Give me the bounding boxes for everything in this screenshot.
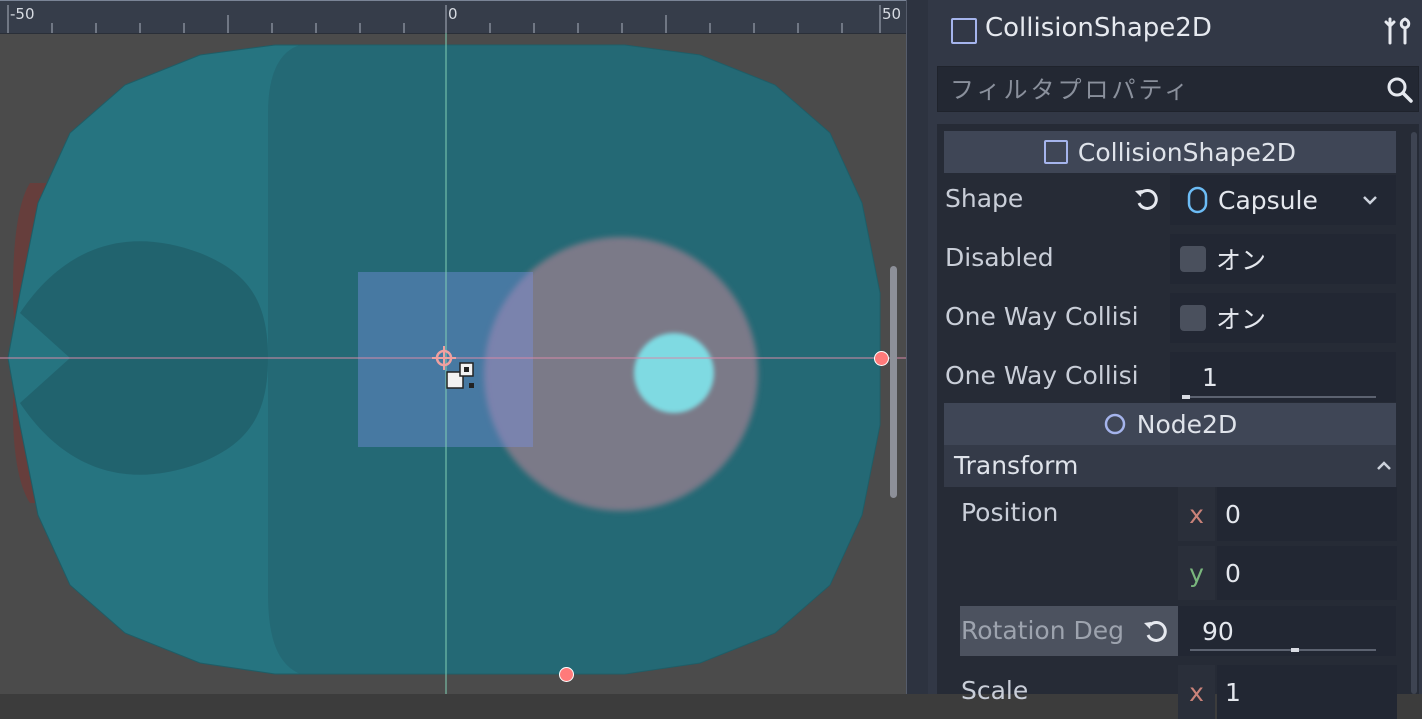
rotation-slider-grabber[interactable]	[1291, 648, 1299, 652]
capsule-height-handle[interactable]	[559, 667, 574, 682]
capsule-shape-icon	[1187, 186, 1208, 214]
position-x-field[interactable]: 0	[1217, 487, 1397, 541]
disabled-label: Disabled	[945, 243, 1054, 272]
panel-splitter[interactable]	[906, 0, 929, 694]
rotation-label: Rotation Deg	[961, 616, 1125, 645]
filter-properties-input[interactable]	[948, 71, 1372, 109]
shape-label: Shape	[945, 184, 1024, 213]
one-way-collision-value: オン	[1216, 305, 1267, 334]
disabled-checkbox-field[interactable]: オン	[1170, 234, 1396, 284]
position-y-value: 0	[1225, 558, 1241, 588]
viewport-vertical-scrollbar[interactable]	[890, 266, 897, 498]
rotation-slider[interactable]	[1190, 649, 1376, 651]
disabled-checkbox[interactable]	[1180, 246, 1206, 272]
selected-node-name: CollisionShape2D	[985, 13, 1212, 43]
horizontal-ruler: -50 0 50	[0, 0, 906, 34]
one-way-collision-checkbox[interactable]	[1180, 305, 1206, 331]
disabled-value: オン	[1216, 246, 1267, 275]
collision-shape-icon	[951, 18, 977, 44]
section-title: CollisionShape2D	[1077, 137, 1297, 167]
node2d-icon	[1104, 413, 1126, 435]
inspector-scrollbar[interactable]	[1411, 132, 1417, 694]
scale-x-field[interactable]: 1	[1217, 665, 1397, 719]
filter-properties-field[interactable]	[937, 66, 1419, 112]
rotation-value: 90	[1202, 616, 1234, 646]
one-way-collision-field[interactable]: オン	[1170, 293, 1396, 343]
ruler-label-50: 50	[882, 5, 902, 23]
position-label: Position	[961, 498, 1059, 527]
capsule-radius-handle[interactable]	[874, 351, 889, 366]
revert-icon[interactable]	[1133, 185, 1161, 213]
chevron-up-icon[interactable]	[1374, 459, 1394, 473]
rotation-spinbox[interactable]: 90	[1178, 606, 1396, 656]
ruler-label-zero: 0	[448, 5, 458, 23]
scale-x-axis-label: x	[1178, 665, 1215, 719]
one-way-collision-label: One Way Collisi	[945, 302, 1139, 331]
section-node2d[interactable]: Node2D	[944, 403, 1396, 445]
transform-title: Transform	[954, 451, 1079, 480]
scale-x-value: 1	[1225, 677, 1241, 707]
section-collision-shape2d[interactable]: CollisionShape2D	[944, 131, 1396, 173]
rotation-label-box: Rotation Deg	[960, 606, 1178, 656]
chevron-down-icon[interactable]	[1360, 193, 1380, 207]
position-y-axis-label: y	[1178, 546, 1215, 600]
property-list: CollisionShape2D Shape Capsule Disabled …	[937, 124, 1419, 719]
inspector-header: CollisionShape2D	[928, 0, 1422, 62]
collision-shape-icon	[1043, 140, 1068, 164]
transform-group-header[interactable]: Transform	[944, 445, 1396, 487]
section-title: Node2D	[1136, 409, 1238, 439]
sprite-eye-pupil	[634, 333, 714, 413]
scene-canvas[interactable]	[0, 33, 906, 694]
position-x-axis-label: x	[1178, 487, 1215, 541]
scale-label: Scale	[961, 676, 1029, 705]
tools-icon[interactable]	[1384, 16, 1412, 46]
one-way-margin-slider-grabber[interactable]	[1182, 395, 1190, 399]
position-x-value: 0	[1225, 499, 1241, 529]
search-icon[interactable]	[1386, 76, 1414, 104]
one-way-margin-label: One Way Collisi	[945, 361, 1139, 390]
shape-value: Capsule	[1218, 185, 1318, 215]
position-y-field[interactable]: 0	[1217, 546, 1397, 600]
revert-icon[interactable]	[1142, 617, 1170, 645]
one-way-margin-value: 1	[1202, 362, 1218, 392]
shape-resource-picker[interactable]: Capsule	[1170, 175, 1396, 225]
canvas-viewport[interactable]: -50 0 50	[0, 0, 906, 694]
inspector-panel: CollisionShape2D CollisionShape2D Shape	[928, 0, 1422, 719]
one-way-margin-slider[interactable]	[1182, 396, 1376, 398]
ruler-label-neg50: -50	[10, 5, 35, 23]
one-way-margin-spinbox[interactable]: 1	[1170, 352, 1396, 402]
